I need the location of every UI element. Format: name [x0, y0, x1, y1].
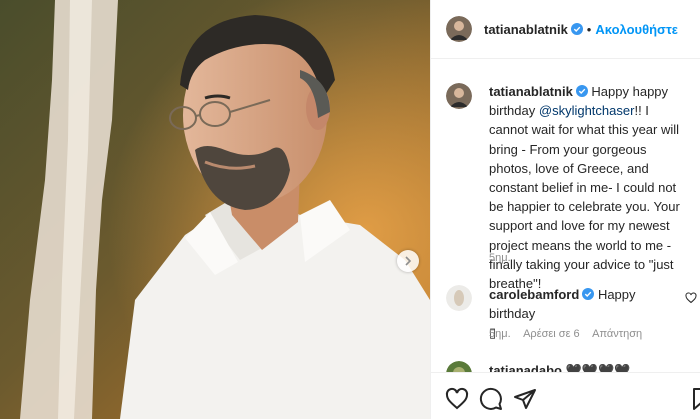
caption-time[interactable]: 5ημ.: [489, 252, 511, 264]
comment-likes[interactable]: Αρέσει σε 6: [523, 328, 580, 340]
post-side-panel: tatianablatnik • Ακολουθήστε tatianablatni…: [430, 0, 700, 420]
photo-image: [0, 0, 430, 419]
comment-time[interactable]: 5ημ.: [489, 328, 511, 340]
save-bookmark-icon[interactable]: [689, 387, 700, 411]
like-heart-icon[interactable]: [445, 387, 469, 411]
post-actions-bar: [431, 372, 700, 420]
header-username[interactable]: tatianablatnik: [484, 22, 568, 37]
next-photo-button[interactable]: [397, 250, 419, 272]
reply-button[interactable]: Απάντηση: [592, 328, 642, 340]
comment-meta: 5ημ. Αρέσει σε 6 Απάντηση: [489, 328, 652, 340]
caption-username[interactable]: tatianablatnik: [489, 84, 573, 99]
verified-badge-icon: [582, 288, 595, 300]
author-avatar[interactable]: [446, 16, 472, 42]
follow-button[interactable]: Ακολουθήστε: [595, 22, 678, 37]
header-separator: •: [586, 22, 592, 37]
chevron-right-icon: [405, 256, 412, 266]
post-photo: [0, 0, 430, 419]
caption-avatar[interactable]: [446, 83, 472, 109]
mention-link[interactable]: @skylightchaser: [539, 103, 635, 118]
comment-bubble-icon[interactable]: [479, 387, 503, 411]
share-paper-plane-icon[interactable]: [513, 387, 537, 411]
comment-username[interactable]: carolebamford: [489, 287, 579, 302]
caption-meta: 5ημ.: [489, 252, 521, 264]
like-comment-heart-icon[interactable]: [685, 292, 697, 304]
verified-badge-icon: [570, 23, 583, 35]
post-header: tatianablatnik • Ακολουθήστε: [431, 0, 700, 59]
commenter-avatar[interactable]: [446, 285, 472, 311]
header-line: tatianablatnik • Ακολουθήστε: [484, 21, 678, 39]
verified-badge-icon: [575, 85, 588, 97]
